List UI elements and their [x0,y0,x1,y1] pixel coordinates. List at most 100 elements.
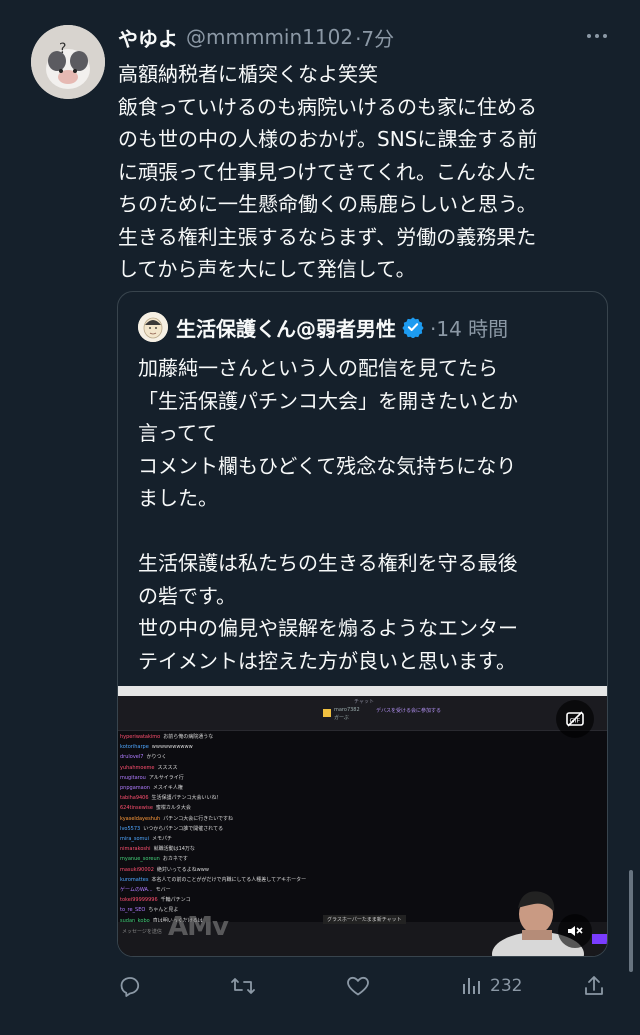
chat-message: mugitarou アルサイライ行 [120,773,540,783]
quoted-line: 加藤純一さんという人の配信を見てたら [138,356,498,380]
chat-username: tokei99999996 [120,897,158,904]
chat-header: チャット maro7382 ガーぶ デバスを受ける会に参加する [118,696,607,731]
chat-message: hyperiwatakimo お前ら俺の病院通うな [120,732,540,742]
reply-icon [120,977,140,997]
quoted-line: の砦です。 [138,583,236,608]
chat-username: 624tinsewise [120,805,153,812]
views-button[interactable]: 232 [460,970,522,1002]
quoted-line: 世の中の偏見や誤解を煽るようなエンター [138,616,518,640]
share-button[interactable] [582,970,606,1002]
quoted-line: 生活保護は私たちの生きる権利を守る最後 [138,551,518,575]
chat-message: 624tinsewise 蜜柑カルタ大会 [120,803,540,813]
scrollbar[interactable] [629,870,633,972]
chat-text: メスイキ人権 [152,785,183,792]
watermark: AMv [168,912,229,942]
chat-username: hyperiwatakimo [120,734,161,740]
chat-username: kyaseldayeshuh [120,815,161,822]
timestamp[interactable]: ·7分 [355,23,394,52]
chat-text: 本名人ての前のことががだけで内職にしてる人種差してアキホーター [151,876,307,883]
tweet-actions: 232 [0,966,640,1006]
tweet-header: やゆよ @mmmmin1102 ·7分 [118,22,394,52]
display-name[interactable]: やゆよ [118,23,178,52]
chat-username: pnpgamaon [120,785,150,792]
chat-message: yuhahmoeme スススス [120,763,540,773]
reply-button[interactable] [118,970,142,1002]
user-handle[interactable]: @mmmmin1102 [186,25,353,49]
quoted-user-avatar[interactable] [138,312,168,342]
chat-message: mira_somui メモパチ [120,834,540,844]
retweet-button[interactable] [230,970,256,1002]
chat-text: いつからパチンコ誰で開催されてる [143,825,224,832]
retweet-icon [231,978,255,994]
tweet-line: 高額納税者に楯突くなよ笑笑 [118,62,378,86]
chat-text: かりつく [146,754,167,761]
chat-username: to_re_SEO [120,907,146,914]
media-video[interactable]: チャット maro7382 ガーぶ デバスを受ける会に参加する hyperiwa… [118,686,607,956]
heart-icon [347,976,369,996]
tweet-text: 高額納税者に楯突くなよ笑笑 飯食っていけるのも病院いけるのも家に住める のも世の… [118,58,618,286]
chat-message: nimarakoshi 就職活動は14万な [120,844,540,854]
tweet-line: してから声を大にして発信して。 [118,257,416,281]
chat-text: お前ら俺の病院通うな [163,734,214,740]
chat-username: kuromattes [120,876,149,883]
chat-username: mira_somui [120,836,149,843]
quoted-tweet[interactable]: 生活保護くん@弱者男性 ·14 時間 加藤純一さんという人の配信を見てたら 「生… [117,291,608,957]
stream-badge [592,934,607,944]
verified-badge-icon [402,317,424,338]
tweet-line: のも世の中の人様のおかげ。SNSに課金する前 [118,127,538,151]
chat-username: drulovel7 [120,754,144,761]
svg-text:?: ? [59,41,66,57]
quoted-tweet-text: 加藤純一さんという人の配信を見てたら 「生活保護パチンコ大会」を開きたいとか 言… [138,352,598,677]
gif-toggle-icon[interactable]: GIF [556,700,594,738]
chat-username: ゲームのWA... [120,887,153,894]
more-options-icon[interactable] [582,24,612,48]
chat-username: yuhahmoeme [120,764,155,771]
quoted-line: コメント欄もひどくて残念な気持ちになり [138,453,517,478]
tweet-line: 生きる権利主張するならまず、労働の義務果た [118,224,537,249]
chat-message: Ivo5573 いつからパチンコ誰で開催されてる [120,824,540,834]
chat-text: パチンコ大会に行きたいですね [163,815,234,822]
chat-message: kyaseldayeshuh パチンコ大会に行きたいですね [120,814,540,824]
views-count: 232 [490,976,523,996]
chat-message: tokei99999996 千輪パチンコ [120,895,540,905]
chat-message: tabiha9406 生活保護パチンコ大会いいね！ [120,793,540,803]
quoted-timestamp: ·14 時間 [430,316,509,341]
chat-text: 生活保護パチンコ大会いいね！ [151,795,222,802]
chat-message: kuromattes 本名人ての前のことががだけで内職にしてる人種差してアキホータ… [120,875,540,885]
user-avatar[interactable]: ? [31,25,105,99]
chat-text: おカネです [162,856,188,863]
chat-username: myanue_soreun [120,856,160,863]
quoted-line [138,515,598,548]
quoted-line: 言ってて [138,421,217,445]
chat-message: kotoriharpe wwwwwwwwww [120,742,540,752]
chat-text: モバー [155,887,171,894]
chat-channel-name: maro7382 [334,707,360,713]
views-icon [463,978,480,994]
tweet-line: ちのために一生懸命働くの馬鹿らしいと思う。 [118,192,537,216]
chat-message: pnpgamaon メスイキ人権 [120,783,540,793]
quoted-line: 「生活保護パチンコ大会」を開きたいとか [138,388,518,413]
tweet-line: に頑張って仕事見つけてきてくれ。こんな人た [118,159,536,184]
chat-input-placeholder: メッセージを送信 [122,929,162,935]
chat-message: ゲームのWA... モバー [120,885,540,895]
chat-username: tabiha9406 [120,795,149,802]
chat-text: 絶対いってるよねwww [156,866,209,873]
chat-username: masuki90002 [120,866,154,873]
chat-text: 千輪パチンコ [160,897,191,904]
media-window-bar [118,686,607,696]
chat-channel-sub: ガーぶ [334,715,349,721]
chat-text: スススス [157,764,178,771]
share-icon [585,976,603,995]
chat-header-title: チャット [354,699,374,705]
chat-username: mugitarou [120,774,146,781]
mute-icon[interactable] [558,914,592,948]
like-button[interactable] [345,970,371,1002]
chat-text: 蜜柑カルタ大会 [155,805,191,812]
chat-notice: グラスホーパーたまま新チャット [323,915,406,924]
chat-username: kotoriharpe [120,744,149,751]
chat-message: drulovel7 かりつく [120,752,540,762]
chat-header-link: デバスを受ける会に参加する [376,708,442,714]
quoted-tweet-header: 生活保護くん@弱者男性 ·14 時間 [176,312,508,342]
chat-text: wwwwwwwwww [151,744,193,751]
chat-text: 就職活動は14万な [153,846,195,853]
